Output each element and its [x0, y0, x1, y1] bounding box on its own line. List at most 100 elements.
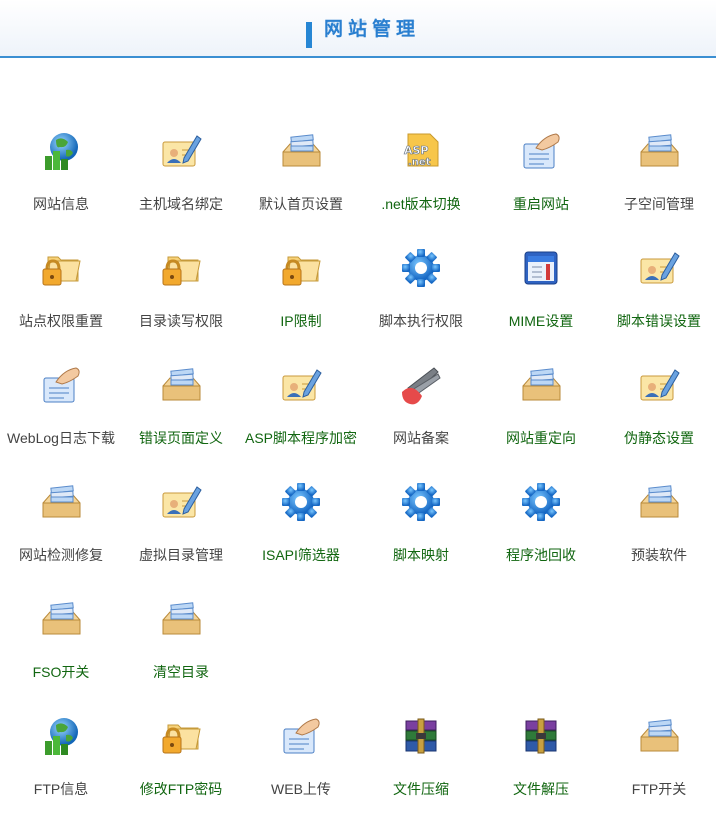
gear-icon[interactable] [520, 481, 562, 523]
drawer-icon[interactable] [638, 130, 680, 172]
tool-label[interactable]: FTP开关 [598, 779, 716, 799]
tool-label[interactable]: 网站检测修复 [0, 545, 122, 565]
tool-label[interactable]: 网站重定向 [480, 428, 602, 448]
tool-item[interactable]: 清空目录 [120, 588, 242, 692]
tool-label[interactable]: 主机域名绑定 [120, 194, 242, 214]
tool-item[interactable]: IP限制 [240, 237, 362, 341]
edit-card-icon[interactable] [160, 130, 202, 172]
tool-item[interactable]: 脚本错误设置 [598, 237, 716, 341]
edit-card-icon[interactable] [280, 364, 322, 406]
tool-label[interactable]: 清空目录 [120, 662, 242, 682]
asp-net-icon[interactable]: ASP .net [400, 130, 442, 172]
tool-label[interactable]: 网站信息 [0, 194, 122, 214]
globe-chart-icon[interactable] [40, 715, 82, 757]
tool-item[interactable]: 默认首页设置 [240, 120, 362, 224]
drawer-icon[interactable] [638, 481, 680, 523]
edit-card-icon[interactable] [638, 247, 680, 289]
tool-label[interactable]: 虚拟目录管理 [120, 545, 242, 565]
tool-item[interactable]: 文件解压 [480, 705, 602, 809]
drawer-icon[interactable] [40, 598, 82, 640]
globe-chart-icon[interactable] [40, 130, 82, 172]
tool-item[interactable]: 脚本映射 [360, 471, 482, 575]
tool-item[interactable]: FTP信息 [0, 705, 122, 809]
gear-icon[interactable] [280, 481, 322, 523]
tool-label[interactable]: 文件解压 [480, 779, 602, 799]
tool-item[interactable]: FTP开关 [598, 705, 716, 809]
book-icon[interactable] [520, 247, 562, 289]
tool-label[interactable]: 网站备案 [360, 428, 482, 448]
tool-label[interactable]: 错误页面定义 [120, 428, 242, 448]
tool-item[interactable]: MIME设置 [480, 237, 602, 341]
tool-item[interactable]: 脚本执行权限 [360, 237, 482, 341]
tool-label[interactable]: 预装软件 [598, 545, 716, 565]
lock-folder-icon[interactable] [40, 247, 82, 289]
tool-label[interactable]: 脚本执行权限 [360, 311, 482, 331]
tool-item[interactable]: WEB上传 [240, 705, 362, 809]
tool-item[interactable]: 网站信息 [0, 120, 122, 224]
svg-text:.net: .net [408, 157, 431, 168]
tool-label[interactable]: IP限制 [240, 311, 362, 331]
tool-item[interactable]: 目录读写权限 [120, 237, 242, 341]
svg-text:ASP: ASP [404, 144, 429, 157]
hand-card-icon[interactable] [40, 364, 82, 406]
tool-label[interactable]: 默认首页设置 [240, 194, 362, 214]
tool-item[interactable]: 重启网站 [480, 120, 602, 224]
tool-label[interactable]: .net版本切换 [360, 194, 482, 214]
hand-card-icon[interactable] [520, 130, 562, 172]
drawer-icon[interactable] [280, 130, 322, 172]
tool-item[interactable]: 预装软件 [598, 471, 716, 575]
tool-item[interactable]: ASP脚本程序加密 [240, 354, 362, 458]
drawer-icon[interactable] [160, 598, 202, 640]
title-accent-bar [306, 22, 312, 48]
archive-icon[interactable] [520, 715, 562, 757]
gear-icon[interactable] [400, 481, 442, 523]
tool-item[interactable]: 程序池回收 [480, 471, 602, 575]
tool-label[interactable]: WebLog日志下载 [0, 428, 122, 448]
tool-item[interactable]: 主机域名绑定 [120, 120, 242, 224]
tool-label[interactable]: 重启网站 [480, 194, 602, 214]
tool-label[interactable]: ISAPI筛选器 [240, 545, 362, 565]
tool-item[interactable]: FSO开关 [0, 588, 122, 692]
tool-label[interactable]: 修改FTP密码 [120, 779, 242, 799]
drawer-icon[interactable] [520, 364, 562, 406]
tool-label[interactable]: FTP信息 [0, 779, 122, 799]
fan-icon[interactable] [400, 364, 442, 406]
tool-label[interactable]: 目录读写权限 [120, 311, 242, 331]
drawer-icon[interactable] [40, 481, 82, 523]
tool-item[interactable]: 伪静态设置 [598, 354, 716, 458]
tool-item[interactable]: 错误页面定义 [120, 354, 242, 458]
lock-folder-icon[interactable] [280, 247, 322, 289]
drawer-icon[interactable] [160, 364, 202, 406]
tool-item[interactable]: 网站重定向 [480, 354, 602, 458]
tool-item[interactable]: 文件压缩 [360, 705, 482, 809]
edit-card-icon[interactable] [160, 481, 202, 523]
tool-label[interactable]: 子空间管理 [598, 194, 716, 214]
tool-row: 网站信息 主机域名绑定 默认首页设置 ASP .net .net版本切换 重启网站… [0, 120, 716, 230]
tool-item[interactable]: 网站备案 [360, 354, 482, 458]
tool-item[interactable]: 虚拟目录管理 [120, 471, 242, 575]
tool-label[interactable]: 程序池回收 [480, 545, 602, 565]
tool-label[interactable]: ASP脚本程序加密 [240, 428, 362, 448]
tool-label[interactable]: FSO开关 [0, 662, 122, 682]
lock-folder-icon[interactable] [160, 247, 202, 289]
tool-item[interactable]: ASP .net .net版本切换 [360, 120, 482, 224]
tool-item[interactable]: 修改FTP密码 [120, 705, 242, 809]
tool-item[interactable]: ISAPI筛选器 [240, 471, 362, 575]
tool-label[interactable]: 脚本错误设置 [598, 311, 716, 331]
hand-card-icon[interactable] [280, 715, 322, 757]
tool-item[interactable]: 子空间管理 [598, 120, 716, 224]
tool-label[interactable]: 文件压缩 [360, 779, 482, 799]
edit-card-icon[interactable] [638, 364, 680, 406]
drawer-icon[interactable] [638, 715, 680, 757]
gear-icon[interactable] [400, 247, 442, 289]
tool-item[interactable]: WebLog日志下载 [0, 354, 122, 458]
tool-label[interactable]: WEB上传 [240, 779, 362, 799]
tool-item[interactable]: 站点权限重置 [0, 237, 122, 341]
tool-label[interactable]: 脚本映射 [360, 545, 482, 565]
lock-folder-icon[interactable] [160, 715, 202, 757]
tool-label[interactable]: 伪静态设置 [598, 428, 716, 448]
archive-icon[interactable] [400, 715, 442, 757]
tool-item[interactable]: 网站检测修复 [0, 471, 122, 575]
tool-label[interactable]: MIME设置 [480, 311, 602, 331]
tool-label[interactable]: 站点权限重置 [0, 311, 122, 331]
